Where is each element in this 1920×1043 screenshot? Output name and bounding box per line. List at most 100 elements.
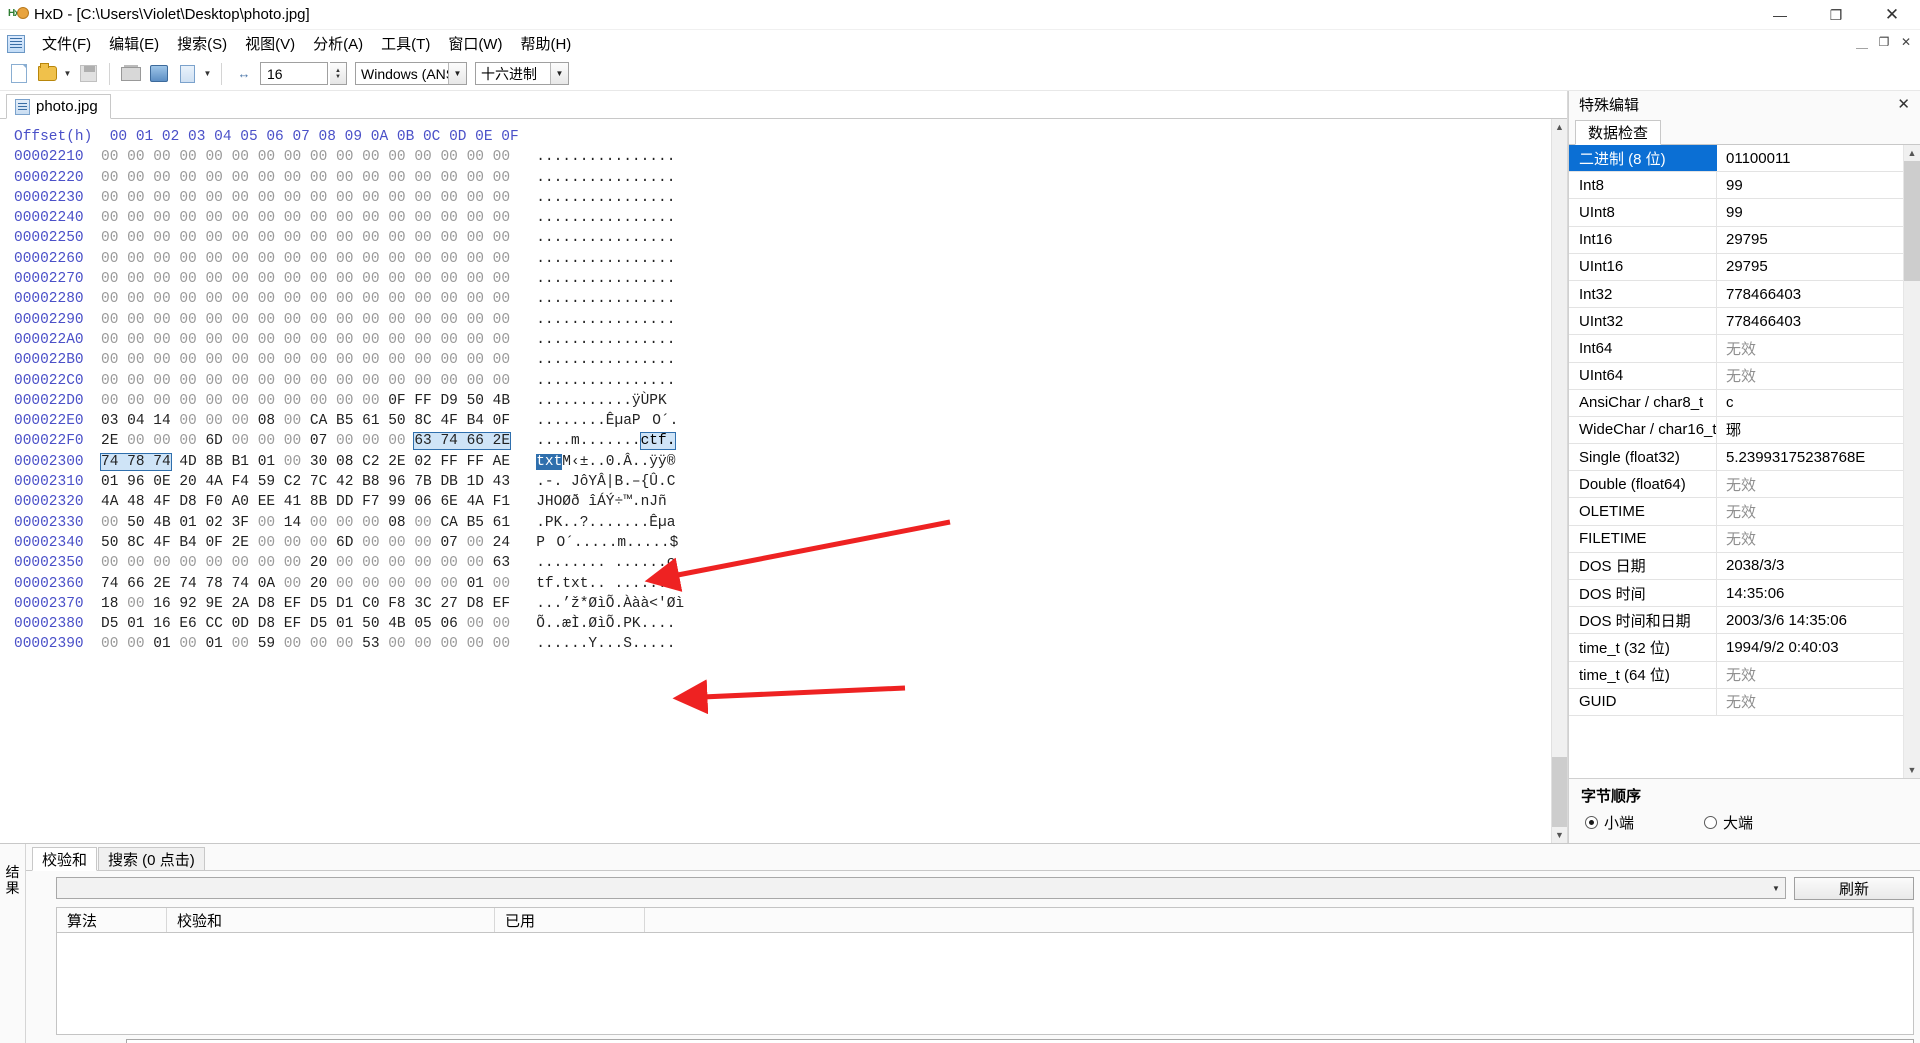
menu-file[interactable]: 文件(F) xyxy=(33,30,100,57)
inspector-row[interactable]: OLETIME 无效 xyxy=(1569,498,1903,526)
hex-row[interactable]: 000022D0 00 00 00 00 00 00 00 00 00 00 0… xyxy=(14,391,1551,411)
hex-row[interactable]: 00002390 00 00 01 00 01 00 59 00 00 00 5… xyxy=(14,634,1551,654)
scroll-down-icon[interactable]: ▼ xyxy=(1904,762,1920,778)
column-checksum[interactable]: 校验和 xyxy=(167,908,495,932)
hex-row[interactable]: 00002220 00 00 00 00 00 00 00 00 00 00 0… xyxy=(14,168,1551,188)
inspector-row[interactable]: Int8 99 xyxy=(1569,172,1903,200)
open-ram-button[interactable] xyxy=(118,61,144,87)
inspector-row-value[interactable]: 5.23993175238768E xyxy=(1717,449,1903,466)
tab-data-inspector[interactable]: 数据检查 xyxy=(1575,120,1662,145)
open-file-dropdown-icon[interactable]: ▼ xyxy=(62,61,73,87)
inspector-row-value[interactable]: 无效 xyxy=(1717,338,1903,359)
inspector-row-value[interactable]: 778466403 xyxy=(1717,313,1903,330)
inspector-row[interactable]: Int16 29795 xyxy=(1569,226,1903,254)
open-diskimage-button[interactable] xyxy=(174,61,200,87)
hex-row[interactable]: 00002280 00 00 00 00 00 00 00 00 00 00 0… xyxy=(14,289,1551,309)
menu-analysis[interactable]: 分析(A) xyxy=(304,30,372,57)
tab-search-results[interactable]: 搜索 (0 点击) xyxy=(98,847,205,871)
inspector-row-value[interactable]: c xyxy=(1717,394,1903,411)
menu-view[interactable]: 视图(V) xyxy=(236,30,304,57)
inspector-row-value[interactable]: 无效 xyxy=(1717,365,1903,386)
inspector-row[interactable]: DOS 时间 14:35:06 xyxy=(1569,580,1903,608)
inspector-row-value[interactable]: 29795 xyxy=(1717,258,1903,275)
menu-search[interactable]: 搜索(S) xyxy=(168,30,236,57)
inspector-row[interactable]: DOS 日期 2038/3/3 xyxy=(1569,552,1903,580)
inspector-row[interactable]: UInt64 无效 xyxy=(1569,362,1903,390)
disk-dropdown-icon[interactable]: ▼ xyxy=(202,61,213,87)
bytes-per-row-stepper[interactable]: ▲ ▼ xyxy=(330,62,347,85)
chevron-down-icon[interactable]: ▼ xyxy=(1767,878,1785,898)
number-base-select[interactable]: 十六进制 ▼ xyxy=(475,62,569,85)
inspector-row[interactable]: UInt32 778466403 xyxy=(1569,308,1903,336)
ascii-selection-highlight[interactable]: txt xyxy=(536,453,563,470)
hex-row[interactable]: 00002310 01 96 0E 20 4A F4 59 C2 7C 42 B… xyxy=(14,472,1551,492)
inspector-row[interactable]: time_t (32 位) 1994/9/2 0:40:03 xyxy=(1569,634,1903,662)
radio-little-endian[interactable]: 小端 xyxy=(1585,812,1634,833)
close-button[interactable]: ✕ xyxy=(1864,0,1920,30)
inspector-scroll-thumb[interactable] xyxy=(1904,161,1920,281)
inspector-row[interactable]: DOS 时间和日期 2003/3/6 14:35:06 xyxy=(1569,607,1903,635)
close-icon[interactable]: ✕ xyxy=(1893,95,1914,113)
inspector-row[interactable]: Double (float64) 无效 xyxy=(1569,471,1903,499)
scroll-up-icon[interactable]: ▲ xyxy=(1552,119,1567,135)
hex-row[interactable]: 00002360 74 66 2E 74 78 74 0A 00 20 00 0… xyxy=(14,574,1551,594)
hex-scroll-thumb[interactable] xyxy=(1552,757,1567,827)
tab-checksum[interactable]: 校验和 xyxy=(32,847,98,871)
inspector-row-value[interactable]: 778466403 xyxy=(1717,286,1903,303)
hex-row[interactable]: 00002340 50 8C 4F B4 0F 2E 00 00 00 6D 0… xyxy=(14,533,1551,553)
hex-row[interactable]: 00002320 4A 48 4F D8 F0 A0 EE 41 8B DD F… xyxy=(14,492,1551,512)
inspector-row-value[interactable]: 无效 xyxy=(1717,664,1903,685)
column-algorithm[interactable]: 算法 xyxy=(57,908,167,932)
inspector-row[interactable]: AnsiChar / char8_t c xyxy=(1569,389,1903,417)
hex-scroll-track[interactable] xyxy=(1552,135,1567,757)
column-extra[interactable] xyxy=(645,908,1913,932)
minimize-button[interactable]: — xyxy=(1752,0,1808,30)
inspector-row-value[interactable]: 01100011 xyxy=(1717,150,1903,167)
hex-row[interactable]: 000022F0 2E 00 00 00 6D 00 00 00 07 00 0… xyxy=(14,431,1551,451)
inspector-row[interactable]: WideChar / char16_t 琊 xyxy=(1569,416,1903,445)
inspector-row-value[interactable]: 14:35:06 xyxy=(1717,585,1903,602)
inspector-row[interactable]: 二进制 (8 位) 01100011 xyxy=(1569,145,1903,173)
menu-edit[interactable]: 编辑(E) xyxy=(100,30,168,57)
menu-window[interactable]: 窗口(W) xyxy=(439,30,511,57)
inspector-row[interactable]: UInt16 29795 xyxy=(1569,253,1903,281)
open-disk-button[interactable] xyxy=(146,61,172,87)
inspector-scrollbar[interactable]: ▲ ▼ xyxy=(1903,145,1920,778)
chevron-down-icon[interactable]: ▼ xyxy=(550,63,568,84)
expected-result-input[interactable] xyxy=(126,1039,1914,1043)
mdi-minimize-button[interactable]: ＿ xyxy=(1852,33,1872,51)
inspector-row[interactable]: FILETIME 无效 xyxy=(1569,525,1903,553)
hex-row[interactable]: 00002370 18 00 16 92 9E 2A D8 EF D5 D1 C… xyxy=(14,594,1551,614)
inspector-row[interactable]: Int64 无效 xyxy=(1569,335,1903,363)
column-used[interactable]: 已用 xyxy=(495,908,645,932)
bytes-per-row-input[interactable]: 16 xyxy=(260,62,328,85)
scroll-down-icon[interactable]: ▼ xyxy=(1552,827,1567,843)
hex-row[interactable]: 000022A0 00 00 00 00 00 00 00 00 00 00 0… xyxy=(14,330,1551,350)
hex-row[interactable]: 00002300 74 78 74 4D 8B B1 01 00 30 08 C… xyxy=(14,452,1551,472)
hex-row[interactable]: 000022C0 00 00 00 00 00 00 00 00 00 00 0… xyxy=(14,371,1551,391)
hex-row[interactable]: 00002260 00 00 00 00 00 00 00 00 00 00 0… xyxy=(14,249,1551,269)
inspector-row[interactable]: time_t (64 位) 无效 xyxy=(1569,661,1903,689)
mdi-restore-button[interactable]: ❐ xyxy=(1874,33,1894,51)
radio-big-endian[interactable]: 大端 xyxy=(1704,812,1753,833)
inspector-row-value[interactable]: 2003/3/6 14:35:06 xyxy=(1717,612,1903,629)
hex-row[interactable]: 00002380 D5 01 16 E6 CC 0D D8 EF D5 01 5… xyxy=(14,614,1551,634)
hex-row[interactable]: 00002350 00 00 00 00 00 00 00 00 20 00 0… xyxy=(14,553,1551,573)
hex-selection-box[interactable]: 63 74 66 2E xyxy=(413,432,512,451)
inspector-row[interactable]: GUID 无效 xyxy=(1569,688,1903,716)
hex-row[interactable]: 00002230 00 00 00 00 00 00 00 00 00 00 0… xyxy=(14,188,1551,208)
tab-photo-jpg[interactable]: photo.jpg xyxy=(6,94,111,119)
hex-row[interactable]: 000022E0 03 04 14 00 00 00 08 00 CA B5 6… xyxy=(14,411,1551,431)
inspector-row-value[interactable]: 2038/3/3 xyxy=(1717,557,1903,574)
ascii-selection-box[interactable]: ctf. xyxy=(639,432,677,451)
hex-row[interactable]: 00002330 00 50 4B 01 02 3F 00 14 00 00 0… xyxy=(14,513,1551,533)
inspector-row-value[interactable]: 琊 xyxy=(1717,419,1903,440)
hex-row[interactable]: 00002290 00 00 00 00 00 00 00 00 00 00 0… xyxy=(14,310,1551,330)
hex-vertical-scrollbar[interactable]: ▲ ▼ xyxy=(1551,119,1567,843)
checksum-algorithm-select[interactable]: ▼ xyxy=(56,877,1786,899)
hex-row[interactable]: 000022B0 00 00 00 00 00 00 00 00 00 00 0… xyxy=(14,350,1551,370)
hex-row[interactable]: 00002250 00 00 00 00 00 00 00 00 00 00 0… xyxy=(14,228,1551,248)
inspector-row[interactable]: Int32 778466403 xyxy=(1569,280,1903,309)
new-file-button[interactable] xyxy=(6,61,32,87)
inspector-row-value[interactable]: 1994/9/2 0:40:03 xyxy=(1717,639,1903,656)
